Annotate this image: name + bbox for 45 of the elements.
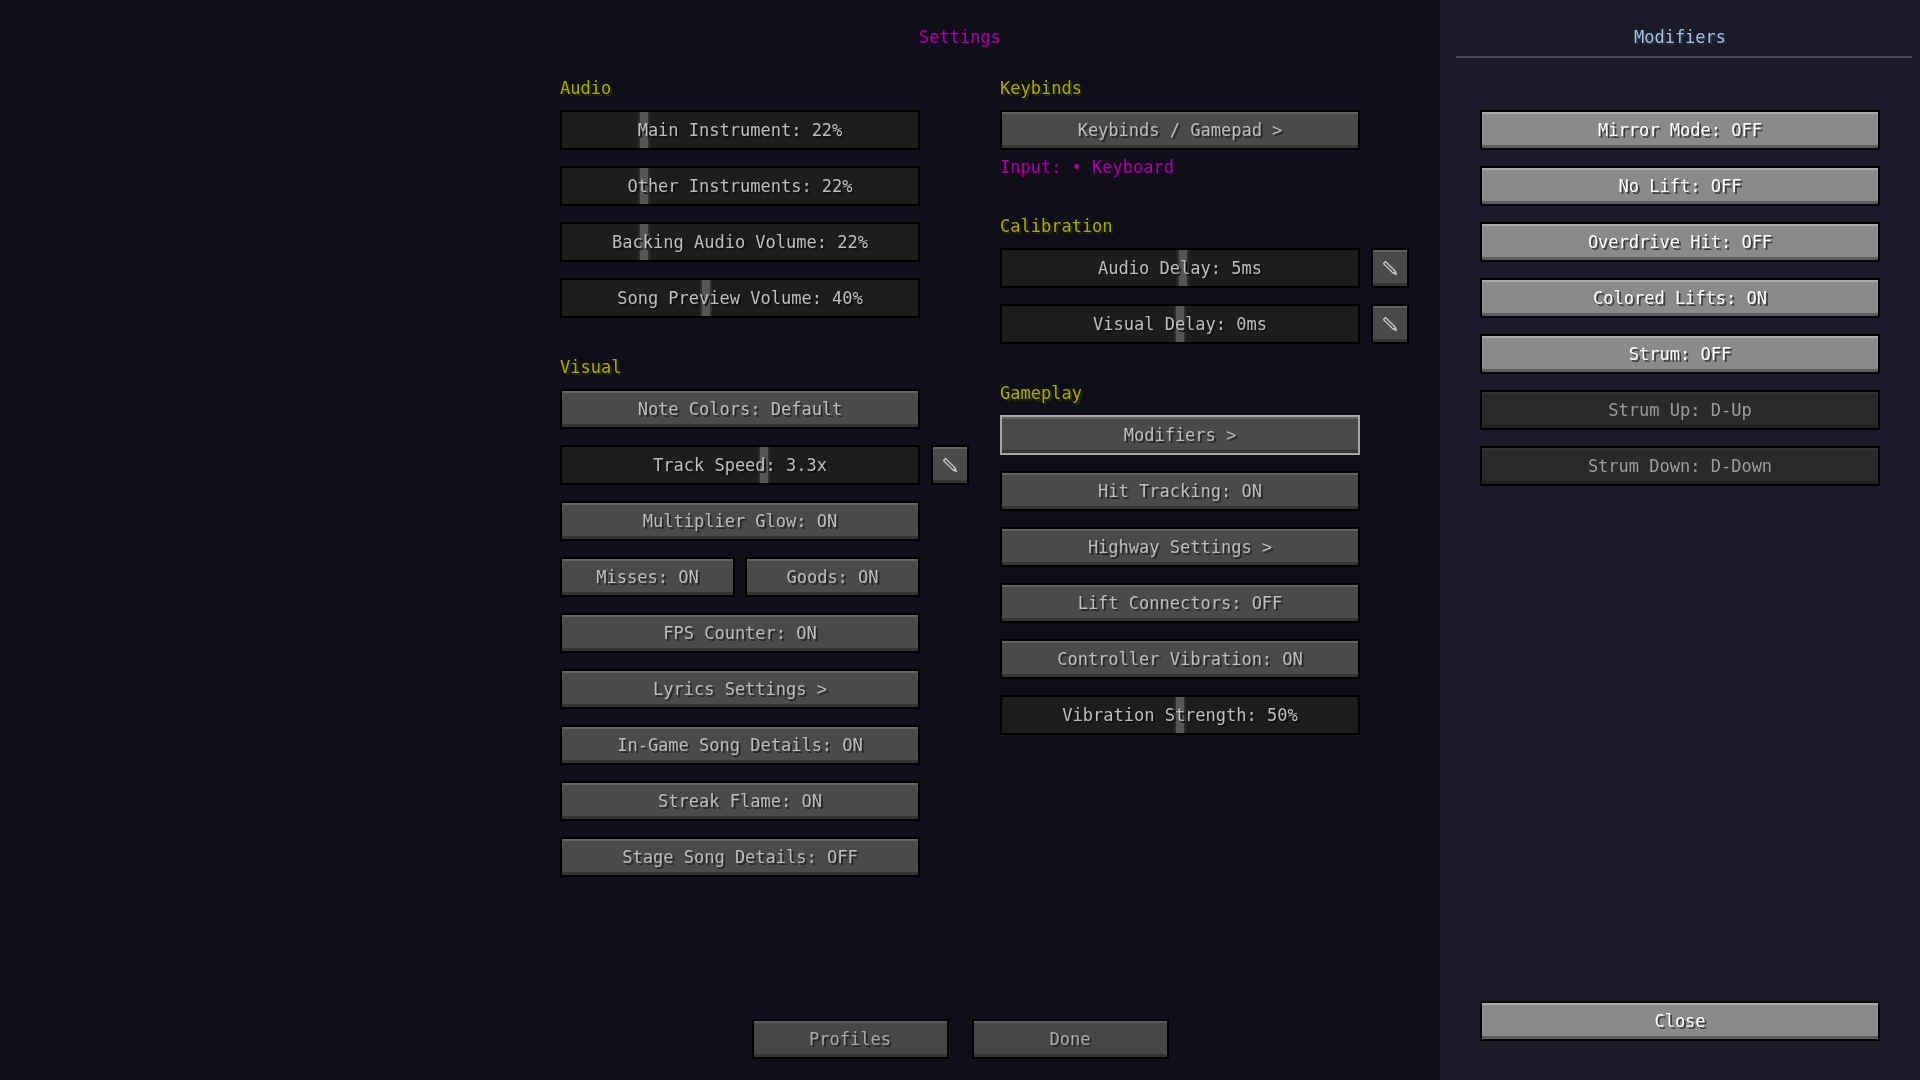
slider[interactable]: Backing Audio Volume: 22% (560, 222, 920, 262)
option-button[interactable]: Lift Connectors: OFF (1000, 583, 1360, 623)
section-heading: Audio (560, 78, 612, 98)
modifier-button[interactable]: Strum: OFF (1480, 334, 1880, 374)
close-button[interactable]: Close (1480, 1001, 1880, 1041)
option-button[interactable]: Stage Song Details: OFF (560, 837, 920, 877)
option-button[interactable]: Goods: ON (745, 557, 920, 597)
option-button[interactable]: Highway Settings > (1000, 527, 1360, 567)
section-heading: Visual (560, 357, 622, 377)
slider[interactable]: Other Instruments: 22% (560, 166, 920, 206)
option-button[interactable]: Keybinds / Gamepad > (1000, 110, 1360, 150)
footer-button[interactable]: Done (971, 1019, 1169, 1059)
option-button[interactable]: Misses: ON (560, 557, 735, 597)
page-title: Settings (919, 27, 1001, 47)
panel-title: Modifiers (1633, 27, 1727, 47)
option-button[interactable]: Streak Flame: ON (560, 781, 920, 821)
slider[interactable]: Audio Delay: 5ms (1000, 248, 1360, 288)
modifier-button[interactable]: Mirror Mode: OFF (1480, 110, 1880, 150)
edit-button[interactable] (1371, 248, 1409, 288)
modifier-button[interactable]: No Lift: OFF (1480, 166, 1880, 206)
slider[interactable]: Vibration Strength: 50% (1000, 695, 1360, 735)
section-heading: Gameplay (1000, 383, 1082, 403)
option-button[interactable]: FPS Counter: ON (560, 613, 920, 653)
option-button[interactable]: Hit Tracking: ON (1000, 471, 1360, 511)
edit-button[interactable] (1371, 304, 1409, 344)
slider[interactable]: Song Preview Volume: 40% (560, 278, 920, 318)
input-status-text: Input: • Keyboard (1000, 157, 1174, 177)
option-button[interactable]: In-Game Song Details: ON (560, 725, 920, 765)
section-heading: Calibration (1000, 216, 1113, 236)
pencil-icon (1383, 317, 1397, 331)
footer-button[interactable]: Profiles (751, 1019, 949, 1059)
slider[interactable]: Track Speed: 3.3x (560, 445, 920, 485)
slider[interactable]: Visual Delay: 0ms (1000, 304, 1360, 344)
modifier-button[interactable]: Overdrive Hit: OFF (1480, 222, 1880, 262)
option-button[interactable]: Note Colors: Default (560, 389, 920, 429)
option-button[interactable]: Controller Vibration: ON (1000, 639, 1360, 679)
section-heading: Keybinds (1000, 78, 1082, 98)
option-button[interactable]: Lyrics Settings > (560, 669, 920, 709)
modifier-button[interactable]: Colored Lifts: ON (1480, 278, 1880, 318)
edit-button[interactable] (931, 445, 969, 485)
pencil-icon (1383, 261, 1397, 275)
option-button[interactable]: Modifiers > (1000, 415, 1360, 455)
option-button[interactable]: Multiplier Glow: ON (560, 501, 920, 541)
slider[interactable]: Main Instrument: 22% (560, 110, 920, 150)
pencil-icon (943, 458, 957, 472)
